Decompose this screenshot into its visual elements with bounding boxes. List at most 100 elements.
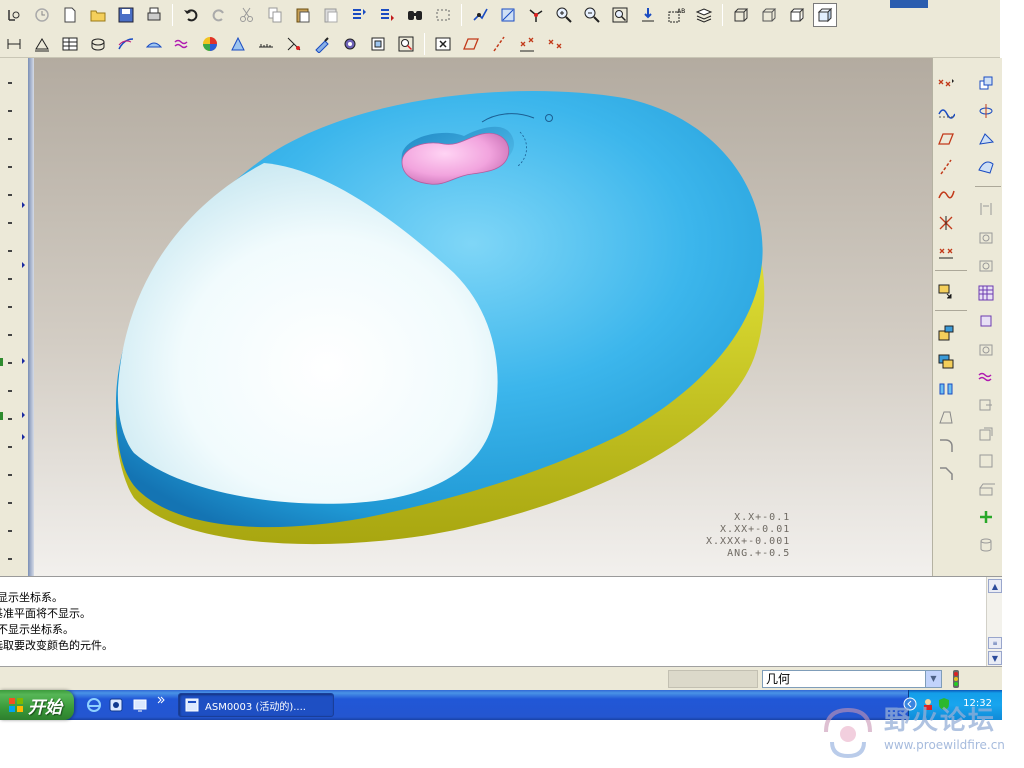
style-surface-icon[interactable] <box>975 366 997 388</box>
chevron-down-icon[interactable]: ▼ <box>925 671 941 687</box>
traffic-light-icon[interactable] <box>950 670 962 688</box>
mirror-component-icon[interactable] <box>935 378 957 400</box>
table-icon[interactable] <box>58 32 82 56</box>
dimension-icon[interactable] <box>2 32 26 56</box>
merge-icon[interactable] <box>975 338 997 360</box>
scroll-down-button[interactable]: ▼ <box>988 651 1002 665</box>
spin-center-icon[interactable] <box>496 3 520 27</box>
hole-icon[interactable] <box>975 198 997 220</box>
save-icon[interactable] <box>114 3 138 27</box>
datum-plane-icon[interactable] <box>935 128 957 150</box>
extrude-icon[interactable] <box>975 72 997 94</box>
layers-icon[interactable] <box>692 3 716 27</box>
ruler-icon[interactable] <box>30 32 54 56</box>
round-icon[interactable] <box>935 434 957 456</box>
offset-icon[interactable] <box>975 394 997 416</box>
chamfer-icon[interactable] <box>935 462 957 484</box>
assemble-icon[interactable] <box>935 322 957 344</box>
csys-display-icon[interactable] <box>543 32 567 56</box>
paste-icon[interactable] <box>291 3 315 27</box>
reorient-icon[interactable] <box>636 3 660 27</box>
add-feature-icon[interactable] <box>975 506 997 528</box>
mouse-model-render[interactable] <box>34 58 932 576</box>
intersect-icon[interactable] <box>975 478 997 500</box>
datum-point-tool-icon[interactable] <box>935 212 957 234</box>
copy-icon[interactable] <box>263 3 287 27</box>
datum-axis-icon[interactable] <box>935 156 957 178</box>
datum-plane-display-icon[interactable] <box>459 32 483 56</box>
analysis-icon[interactable] <box>282 32 306 56</box>
boundary-blend-icon[interactable] <box>975 156 997 178</box>
measure-icon[interactable] <box>254 32 278 56</box>
draft-icon[interactable] <box>975 310 997 332</box>
hidden-line-icon[interactable] <box>757 3 781 27</box>
watermark-url: www.proewildfire.cn <box>884 738 1005 752</box>
thicken-icon[interactable] <box>975 422 997 444</box>
shading-icon[interactable] <box>813 3 837 27</box>
outlook-icon[interactable] <box>108 697 124 713</box>
watermark-logo-icon <box>824 707 872 759</box>
cut-icon[interactable] <box>235 3 259 27</box>
select-box-icon[interactable] <box>431 3 455 27</box>
revolve-icon[interactable] <box>975 100 997 122</box>
selection-filter-dropdown[interactable]: 几何 ▼ <box>762 670 942 688</box>
sweep-icon[interactable] <box>975 128 997 150</box>
open-icon[interactable] <box>30 3 54 27</box>
internet-explorer-icon[interactable] <box>86 697 102 713</box>
quicklaunch-overflow-icon[interactable] <box>156 694 166 710</box>
solidify-icon[interactable] <box>975 450 997 472</box>
no-hidden-icon[interactable] <box>785 3 809 27</box>
wave-icon[interactable] <box>170 32 194 56</box>
taskbar-item-asm0003[interactable]: ASM0003 (活动的).... <box>178 693 334 717</box>
shell-icon[interactable] <box>975 226 997 248</box>
scroll-up-button[interactable]: ▲ <box>988 579 1002 593</box>
zoom-select-icon[interactable] <box>394 32 418 56</box>
redo-icon[interactable] <box>207 3 231 27</box>
datum-point-icon[interactable] <box>935 72 957 94</box>
model-tree-collapsed-panel[interactable] <box>0 58 30 576</box>
zoom-in-icon[interactable] <box>552 3 576 27</box>
csys-icon[interactable] <box>935 240 957 262</box>
insert-component-icon[interactable] <box>935 280 957 302</box>
orient-icon[interactable] <box>468 3 492 27</box>
repaint-icon[interactable] <box>366 32 390 56</box>
cylinder-icon[interactable] <box>975 534 997 556</box>
message-scrollbar[interactable]: ▲ ≡ ▼ <box>986 577 1002 667</box>
new-icon[interactable] <box>58 3 82 27</box>
regenerate-model-icon[interactable] <box>347 3 371 27</box>
show-desktop-icon[interactable] <box>132 697 148 713</box>
start-button[interactable]: 开始 <box>0 690 74 720</box>
sketched-curve-icon[interactable] <box>935 100 957 122</box>
tolerance-line: X.XX+-0.01 <box>720 524 791 535</box>
undo-icon[interactable] <box>179 3 203 27</box>
regenerate-manager-icon[interactable] <box>375 3 399 27</box>
graphics-viewport[interactable]: X.X+-0.1 X.XX+-0.01 X.XXX+-0.001 ANG.+-0… <box>34 58 932 576</box>
render-icon[interactable] <box>226 32 250 56</box>
print-icon[interactable] <box>142 3 166 27</box>
datum-curve-icon[interactable] <box>935 184 957 206</box>
paste-special-icon[interactable] <box>319 3 343 27</box>
zoom-out-icon[interactable] <box>580 3 604 27</box>
sketch-icon[interactable] <box>114 32 138 56</box>
surface-icon[interactable] <box>142 32 166 56</box>
datum-axis-icon[interactable] <box>524 3 548 27</box>
datum-axis-display-icon[interactable] <box>487 32 511 56</box>
close-window-icon[interactable] <box>431 32 455 56</box>
shrinkwrap-icon[interactable] <box>935 406 957 428</box>
open-folder-icon[interactable] <box>86 3 110 27</box>
toolbar-separator <box>975 186 1001 187</box>
scroll-thumb[interactable]: ≡ <box>988 637 1002 649</box>
probe-icon[interactable] <box>310 32 334 56</box>
wireframe-icon[interactable] <box>729 3 753 27</box>
datum-point-display-icon[interactable] <box>515 32 539 56</box>
saved-views-icon[interactable]: AB <box>664 3 688 27</box>
refit-icon[interactable] <box>608 3 632 27</box>
find-icon[interactable] <box>403 3 427 27</box>
gear-icon[interactable] <box>338 32 362 56</box>
symbol-icon[interactable] <box>86 32 110 56</box>
pattern-icon[interactable] <box>975 282 997 304</box>
regenerate-icon[interactable] <box>2 3 26 27</box>
appearance-icon[interactable] <box>198 32 222 56</box>
rib-icon[interactable] <box>975 254 997 276</box>
create-component-icon[interactable] <box>935 350 957 372</box>
